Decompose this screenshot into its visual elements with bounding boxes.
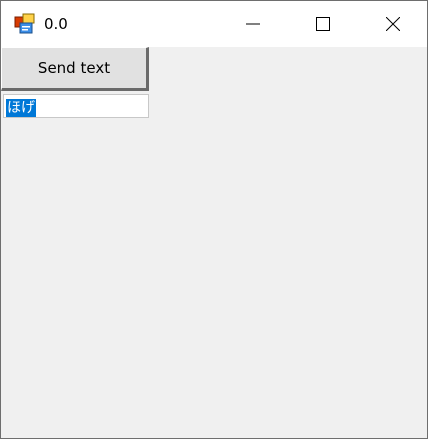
app-window: 0.0 Send text ほげ [0,0,428,439]
text-input[interactable]: ほげ [3,94,149,118]
client-area: Send text ほげ [1,47,427,438]
maximize-button[interactable] [288,1,358,47]
selected-text: ほげ [6,99,36,117]
window-title: 0.0 [44,15,68,33]
close-button[interactable] [358,1,428,47]
minimize-icon [246,23,260,25]
send-text-button[interactable]: Send text [1,47,149,91]
title-bar[interactable]: 0.0 [1,1,427,47]
maximize-icon [316,17,330,31]
close-icon [386,17,400,31]
minimize-button[interactable] [218,1,288,47]
application-icon [14,13,35,34]
